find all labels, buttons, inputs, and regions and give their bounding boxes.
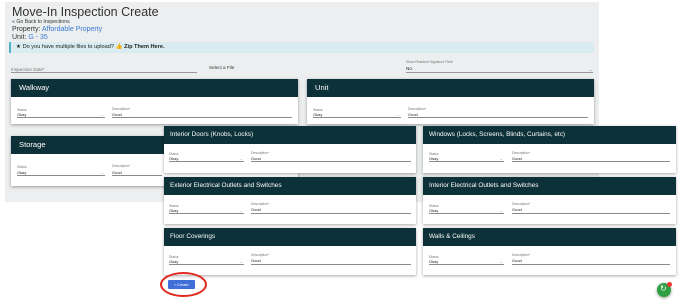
status-select[interactable] (169, 213, 244, 214)
signature-select[interactable] (406, 72, 593, 73)
description-input[interactable] (512, 161, 670, 162)
highlight-circle (160, 272, 207, 297)
chevron-down-icon: ⌄ (500, 157, 503, 161)
status-select[interactable] (169, 161, 244, 162)
unit-line: Unit: G - 35 (12, 34, 48, 41)
description-input[interactable] (251, 264, 411, 265)
status-select[interactable] (17, 117, 105, 118)
chevron-down-icon: ⌄ (101, 171, 104, 175)
card-title: Exterior Electrical Outlets and Switches (164, 177, 416, 195)
description-input[interactable] (251, 213, 411, 214)
back-link[interactable]: « Go Back to Inspections (12, 19, 70, 25)
chevron-down-icon: ⌄ (397, 113, 400, 117)
description-input[interactable] (251, 161, 411, 162)
description-input[interactable] (512, 264, 670, 265)
chevron-down-icon: ⌄ (240, 209, 243, 213)
chevron-down-icon: ⌄ (240, 157, 243, 161)
card-title: Walls & Ceilings (423, 228, 676, 246)
notification-dot (667, 282, 672, 287)
description-value: Good (251, 258, 261, 263)
description-input[interactable] (512, 213, 670, 214)
chevron-down-icon: ⌄ (240, 260, 243, 264)
description-label: Description* (512, 253, 531, 257)
chevron-down-icon: ⌄ (589, 67, 593, 72)
status-select[interactable] (17, 175, 105, 176)
description-label: Description* (251, 202, 270, 206)
unit-label: Unit: (12, 34, 27, 41)
inspection-date-input[interactable] (11, 72, 197, 73)
thumbs-up-icon: 👍 (115, 44, 123, 50)
card-exterior-electrical: Exterior Electrical Outlets and Switches… (164, 177, 416, 224)
description-input[interactable] (112, 175, 162, 176)
card-unit: Unit Status Okay ⌄ Description* Good (307, 79, 594, 124)
description-label: Description* (408, 107, 427, 111)
description-value: Good (512, 258, 522, 263)
alert-text: Do you have multiple files to upload? (22, 44, 114, 50)
refresh-icon: ↻ (660, 284, 667, 293)
star-icon: ★ (16, 44, 22, 50)
description-label: Description* (512, 151, 531, 155)
upload-alert: ★ Do you have multiple files to upload? … (9, 42, 594, 53)
description-input[interactable] (112, 117, 292, 118)
card-windows: Windows (Locks, Screens, Blinds, Curtain… (423, 126, 676, 173)
card-interior-electrical: Interior Electrical Outlets and Switches… (423, 177, 676, 224)
chevron-down-icon: ⌄ (101, 113, 104, 117)
chevron-down-icon: ⌄ (500, 209, 503, 213)
property-line: Property: Affordable Property (12, 26, 102, 33)
status-select[interactable] (429, 264, 504, 265)
floating-action-button[interactable]: ↻ (657, 282, 672, 297)
status-label: Status (17, 165, 27, 169)
card-walls-ceilings: Walls & Ceilings Status Okay ⌄ Descripti… (423, 228, 676, 275)
zip-link[interactable]: Zip Them Here. (124, 44, 164, 50)
property-label: Property: (12, 26, 41, 33)
card-title: Walkway (11, 79, 298, 97)
card-interior-doors: Interior Doors (Knobs, Locks) Status Oka… (164, 126, 416, 173)
chevron-down-icon: ⌄ (500, 260, 503, 264)
card-floor-coverings: Floor Coverings Status Okay ⌄ Descriptio… (164, 228, 416, 275)
card-title: Interior Electrical Outlets and Switches (423, 177, 676, 195)
description-value: Good (512, 207, 522, 212)
status-select[interactable] (429, 213, 504, 214)
signature-label: Show Resident Signature Field (406, 60, 453, 64)
description-input[interactable] (408, 117, 588, 118)
page-title: Move-In Inspection Create (12, 5, 159, 19)
status-select[interactable] (313, 117, 401, 118)
card-title: Floor Coverings (164, 228, 416, 246)
property-link[interactable]: Affordable Property (42, 26, 102, 33)
card-title: Unit (307, 79, 594, 97)
card-title: Interior Doors (Knobs, Locks) (164, 126, 416, 144)
description-label: Description* (512, 202, 531, 206)
status-select[interactable] (169, 264, 244, 265)
unit-link[interactable]: G - 35 (28, 34, 47, 41)
page: Move-In Inspection Create « Go Back to I… (0, 0, 688, 305)
description-label: Description* (251, 151, 270, 155)
card-walkway: Walkway Status Okay ⌄ Description* Good (11, 79, 298, 124)
card-title: Windows (Locks, Screens, Blinds, Curtain… (423, 126, 676, 144)
status-select[interactable] (429, 161, 504, 162)
description-value: Good (251, 207, 261, 212)
file-label[interactable]: Select a File (209, 65, 234, 70)
description-label: Description* (112, 164, 131, 168)
signature-value: No (406, 66, 412, 71)
description-label: Description* (251, 253, 270, 257)
description-label: Description* (112, 107, 131, 111)
